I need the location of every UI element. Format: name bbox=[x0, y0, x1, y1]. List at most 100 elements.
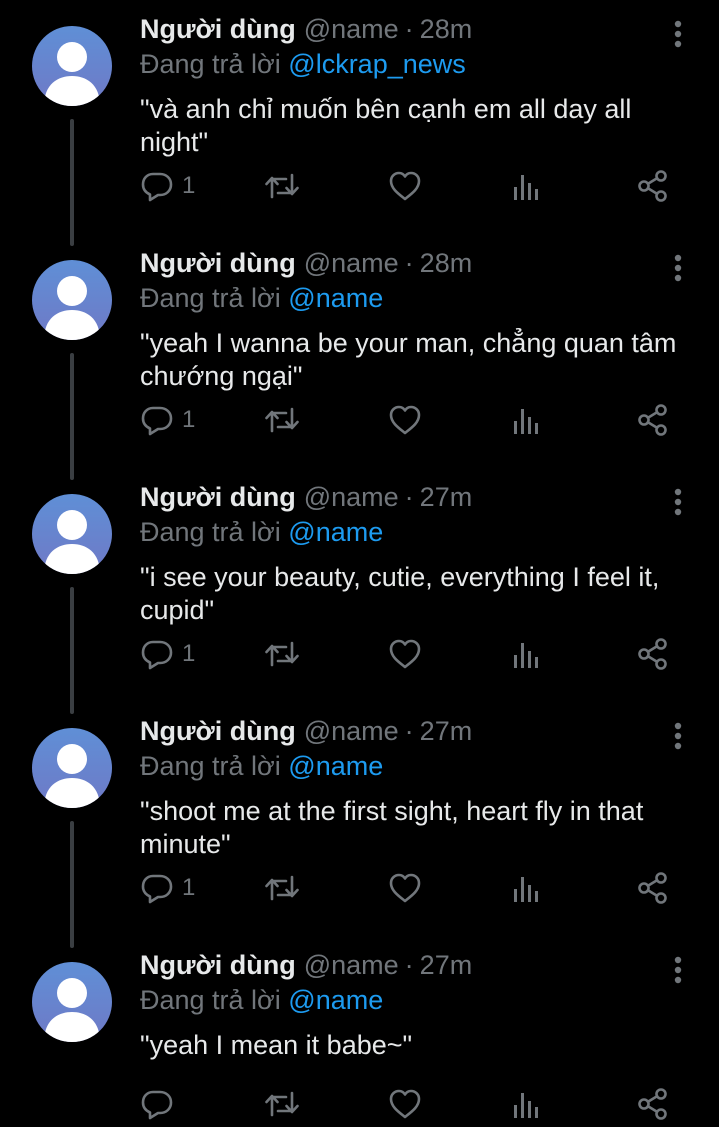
user-handle[interactable]: @name bbox=[304, 14, 399, 45]
avatar[interactable] bbox=[32, 494, 112, 574]
tweet-actions bbox=[140, 1084, 680, 1124]
tweet-header: Người dùng @name · 27m bbox=[140, 716, 472, 752]
display-name[interactable]: Người dùng bbox=[140, 950, 296, 981]
share-button[interactable] bbox=[636, 868, 670, 908]
tweet-text: "i see your beauty, cutie, everything I … bbox=[140, 562, 660, 625]
retweet-button[interactable] bbox=[264, 634, 300, 674]
like-button[interactable] bbox=[388, 166, 422, 206]
more-options-button[interactable] bbox=[664, 18, 692, 50]
retweet-icon bbox=[265, 173, 299, 199]
tweet[interactable]: Người dùng @name · 27m Đang trả lời @nam… bbox=[0, 468, 719, 714]
reply-button[interactable]: 1 bbox=[140, 400, 195, 440]
views-bar-chart-icon bbox=[514, 643, 538, 668]
replying-to-label: Đang trả lời bbox=[140, 517, 281, 547]
like-button[interactable] bbox=[388, 400, 422, 440]
user-handle[interactable]: @name bbox=[304, 716, 399, 747]
tweet-header: Người dùng @name · 28m bbox=[140, 14, 472, 50]
display-name[interactable]: Người dùng bbox=[140, 14, 296, 45]
tweet-actions: 1 bbox=[140, 868, 680, 908]
tweet[interactable]: Người dùng @name · 27m Đang trả lời @nam… bbox=[0, 702, 719, 948]
tweet[interactable]: Người dùng @name · 28m Đang trả lời @lck… bbox=[0, 0, 719, 246]
tweet[interactable]: Người dùng @name · 28m Đang trả lời @nam… bbox=[0, 234, 719, 480]
thread-connector-line bbox=[70, 587, 74, 714]
more-options-button[interactable] bbox=[664, 720, 692, 752]
timestamp[interactable]: 27m bbox=[420, 950, 473, 981]
timestamp[interactable]: 27m bbox=[420, 716, 473, 747]
reply-bubble-icon bbox=[141, 172, 173, 202]
retweet-icon bbox=[265, 1091, 299, 1117]
reply-thread: Người dùng @name · 28m Đang trả lời @lck… bbox=[0, 0, 719, 1127]
views-bar-chart-icon bbox=[514, 1093, 538, 1118]
reply-button[interactable]: 1 bbox=[140, 868, 195, 908]
timestamp[interactable]: 28m bbox=[420, 14, 473, 45]
tweet-actions: 1 bbox=[140, 634, 680, 674]
reply-button[interactable] bbox=[140, 1084, 182, 1124]
more-options-button[interactable] bbox=[664, 954, 692, 986]
avatar[interactable] bbox=[32, 728, 112, 808]
share-icon bbox=[638, 1088, 667, 1120]
like-button[interactable] bbox=[388, 634, 422, 674]
replying-to-mention[interactable]: @name bbox=[288, 517, 383, 547]
avatar[interactable] bbox=[32, 26, 112, 106]
more-options-button[interactable] bbox=[664, 252, 692, 284]
tweet-header: Người dùng @name · 27m bbox=[140, 482, 472, 518]
retweet-icon bbox=[265, 407, 299, 433]
like-button[interactable] bbox=[388, 868, 422, 908]
default-user-avatar-icon bbox=[44, 276, 100, 340]
default-user-avatar-icon bbox=[44, 978, 100, 1042]
views-button[interactable] bbox=[512, 868, 542, 908]
timestamp[interactable]: 27m bbox=[420, 482, 473, 513]
separator-dot: · bbox=[404, 14, 414, 44]
tweet-actions: 1 bbox=[140, 166, 680, 206]
tweet-text: "và anh chỉ muốn bên cạnh em all day all… bbox=[140, 94, 632, 157]
share-icon bbox=[638, 872, 667, 904]
views-bar-chart-icon bbox=[514, 175, 538, 200]
retweet-button[interactable] bbox=[264, 400, 300, 440]
retweet-button[interactable] bbox=[264, 868, 300, 908]
views-button[interactable] bbox=[512, 166, 542, 206]
display-name[interactable]: Người dùng bbox=[140, 248, 296, 279]
views-bar-chart-icon bbox=[514, 409, 538, 434]
display-name[interactable]: Người dùng bbox=[140, 716, 296, 747]
timestamp[interactable]: 28m bbox=[420, 248, 473, 279]
share-icon bbox=[638, 638, 667, 670]
thread-connector-line bbox=[70, 821, 74, 948]
share-button[interactable] bbox=[636, 1084, 670, 1124]
tweet-text: "yeah I wanna be your man, chẳng quan tâ… bbox=[140, 328, 677, 391]
replying-to-line: Đang trả lời @name bbox=[140, 751, 383, 782]
reply-button[interactable]: 1 bbox=[140, 166, 195, 206]
avatar[interactable] bbox=[32, 962, 112, 1042]
separator-dot: · bbox=[404, 482, 414, 512]
retweet-button[interactable] bbox=[264, 1084, 300, 1124]
share-button[interactable] bbox=[636, 166, 670, 206]
user-handle[interactable]: @name bbox=[304, 248, 399, 279]
avatar[interactable] bbox=[32, 260, 112, 340]
more-options-button[interactable] bbox=[664, 486, 692, 518]
heart-icon bbox=[389, 171, 421, 201]
replying-to-mention[interactable]: @name bbox=[288, 985, 383, 1015]
share-button[interactable] bbox=[636, 634, 670, 674]
tweet-header: Người dùng @name · 28m bbox=[140, 248, 472, 284]
views-button[interactable] bbox=[512, 634, 542, 674]
replying-to-mention[interactable]: @name bbox=[288, 751, 383, 781]
replying-to-line: Đang trả lời @name bbox=[140, 517, 383, 548]
views-button[interactable] bbox=[512, 1084, 542, 1124]
replying-to-line: Đang trả lời @name bbox=[140, 283, 383, 314]
reply-bubble-icon bbox=[141, 640, 173, 670]
tweet[interactable]: Người dùng @name · 27m Đang trả lời @nam… bbox=[0, 936, 719, 1127]
like-button[interactable] bbox=[388, 1084, 422, 1124]
display-name[interactable]: Người dùng bbox=[140, 482, 296, 513]
more-vertical-icon bbox=[674, 254, 682, 282]
user-handle[interactable]: @name bbox=[304, 950, 399, 981]
more-vertical-icon bbox=[674, 20, 682, 48]
heart-icon bbox=[389, 873, 421, 903]
reply-bubble-icon bbox=[141, 1090, 173, 1120]
reply-button[interactable]: 1 bbox=[140, 634, 195, 674]
replying-to-mention[interactable]: @lckrap_news bbox=[288, 49, 465, 79]
views-button[interactable] bbox=[512, 400, 542, 440]
retweet-button[interactable] bbox=[264, 166, 300, 206]
replying-to-mention[interactable]: @name bbox=[288, 283, 383, 313]
thread-connector-line bbox=[70, 353, 74, 480]
user-handle[interactable]: @name bbox=[304, 482, 399, 513]
share-button[interactable] bbox=[636, 400, 670, 440]
